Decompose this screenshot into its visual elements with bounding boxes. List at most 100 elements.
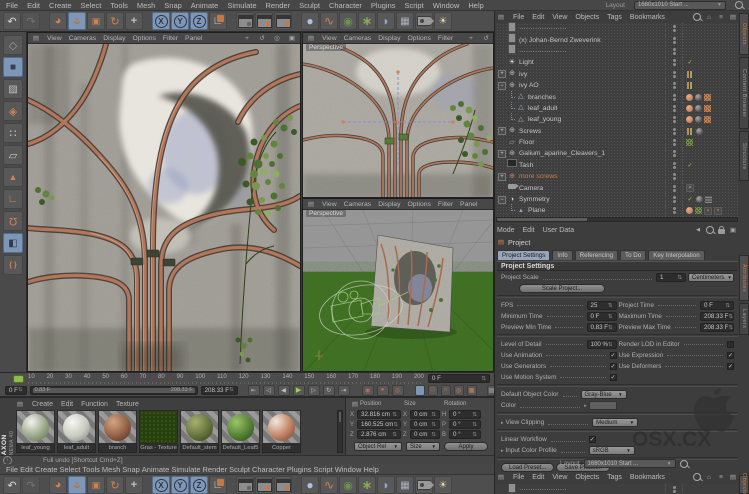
layout-dropdown[interactable]: 1680x1010 Start ... ▼ [634,0,726,10]
viewport-menu-display[interactable]: Display [378,35,400,42]
key-scale-toggle[interactable]: □ [427,384,438,396]
spline-object-button[interactable]: ∿ [320,476,338,494]
render-settings-button[interactable] [274,12,292,30]
panel-icon[interactable]: ▤ [16,400,24,408]
environment-object-button[interactable]: ◉ [339,12,357,30]
menu-mesh[interactable]: Mesh [137,1,155,10]
layout-dropdown[interactable]: 1680x1010 Start ... ▼ [583,459,676,468]
menu-snap[interactable]: Snap [164,1,182,10]
lock-icon[interactable] [718,226,725,234]
live-selection-tool[interactable]: ◕ [49,12,67,30]
light-object-button[interactable]: ☀ [434,12,452,30]
size-z-field[interactable]: 0 cm ⇅ [410,430,440,439]
menu-create[interactable]: Create [35,465,58,474]
expand-toggle[interactable]: + [498,149,506,158]
object-row[interactable]: + ⊕ Screws [496,125,738,137]
snap-toggle-button[interactable]: Ω [3,211,23,231]
viewport-menu-cameras[interactable]: Cameras [344,201,372,208]
camera-object-button[interactable] [415,12,434,30]
object-row[interactable]: + ⊕ Galium_aparine_Cleavers_1 [496,148,738,160]
object-name[interactable]: Light [519,59,534,66]
om-filter-icon[interactable]: ≡ [717,474,725,481]
viewport-top-right[interactable]: ▤ View Cameras Display Options Filter + … [302,32,494,198]
visibility-dots[interactable] [665,159,682,172]
deformer-object-button[interactable]: ◗ [377,12,395,30]
visibility-dots[interactable] [665,102,682,115]
material-menu-texture[interactable]: Texture [116,401,139,408]
material-thumbnail[interactable] [221,410,260,444]
object-name[interactable]: Galium_aparine_Cleavers_1 [519,150,605,157]
xpresso-tag-icon[interactable] [686,82,694,90]
menu-help[interactable]: Help [363,465,378,474]
use-expression-checkbox[interactable]: ✓ [727,352,734,359]
preview-range-slider[interactable]: 0.83 F 208.33 F [29,385,198,395]
material-tag-icon[interactable] [696,127,703,135]
menu-sculpt[interactable]: Sculpt [229,465,250,474]
tab-referencing[interactable]: Referencing [574,250,619,260]
key-pla-toggle[interactable]: ▦ [466,384,477,396]
uvw-tag-icon[interactable] [704,104,711,112]
object-name[interactable]: branches [528,94,556,101]
previous-key-button[interactable]: ◁ [262,384,275,396]
pan-view-icon[interactable]: + [243,35,251,42]
compositing-tag-icon[interactable]: ✓ [686,161,694,169]
tab-objects[interactable]: Objects [739,13,749,55]
render-picture-viewer-button[interactable] [255,476,273,494]
particle-object-button[interactable]: ∗ [358,476,376,494]
object-row[interactable]: ▲ Plane × × [496,204,738,217]
apply-button[interactable]: Apply [444,442,488,451]
menu-window[interactable]: Window [433,1,460,10]
x-axis-lock[interactable]: X [152,476,170,494]
light-object-button[interactable]: ☀ [434,476,452,494]
sticky-texture-tag-icon[interactable] [705,196,712,204]
visibility-dots[interactable] [665,193,682,206]
render-settings-button[interactable] [274,476,292,494]
selection-tag-icon[interactable]: × [704,206,712,215]
viewport-menu-display[interactable]: Display [378,201,400,208]
key-rotation-toggle[interactable]: ○ [440,384,451,396]
viewport-menu-options[interactable]: Options [407,35,430,42]
material-tag-icon[interactable] [696,196,703,204]
viewport-main-canvas[interactable] [28,41,300,372]
use-animation-checkbox[interactable]: ✓ [609,352,617,359]
size-x-field[interactable]: 0 cm ⇅ [410,410,440,419]
expand-toggle[interactable]: + [498,70,506,79]
tab-attributes[interactable]: Attributes [739,255,749,301]
visibility-dots[interactable] [665,484,682,494]
rotation-p-field[interactable]: 0 ° ⇅ [449,420,481,429]
uvw-tag-icon[interactable] [704,93,711,101]
om-search-icon[interactable] [693,473,701,481]
rotation-b-field[interactable]: 0 ° ⇅ [449,430,481,439]
object-row[interactable]: − ⊕ ivy AO [496,79,738,92]
menu-animate[interactable]: Animate [142,465,170,474]
material-item[interactable]: Default_Leaf5 [221,410,260,453]
last-tool-button[interactable]: + [125,476,143,494]
workplane-mode-button[interactable]: ◈ [3,101,23,121]
material-tag-icon[interactable] [695,116,702,124]
object-name[interactable]: Screws [519,128,541,135]
object-name[interactable]: (x) Johan-Bernd Zweverink [519,37,601,44]
render-view-button[interactable] [236,12,254,30]
om-menu-edit[interactable]: Edit [532,14,544,21]
deformer-object-button[interactable]: ◗ [377,476,395,494]
om-panel-icon[interactable]: ▤ [729,473,737,481]
rotate-view-icon[interactable]: ◎ [273,34,281,42]
frame-number-field[interactable]: 0 F ⇅ [428,374,490,383]
visibility-dots[interactable] [665,23,682,35]
material-thumbnail[interactable] [180,410,219,444]
viewport-main[interactable]: ▤ View Cameras Display Options Filter Pa… [27,32,301,372]
menu-script[interactable]: Script [314,465,333,474]
menu-simulate[interactable]: Simulate [171,465,200,474]
om-menu-file[interactable]: File [513,14,524,21]
preview-max-field[interactable]: 208.33 F ⇅ [700,323,734,332]
object-row[interactable]: ☀ Light ✓ [496,57,738,69]
protection-tag-icon[interactable]: × [686,184,694,193]
environment-object-button[interactable]: ◉ [339,476,357,494]
menu-simulate[interactable]: Simulate [227,1,256,10]
tab-key-interpolation[interactable]: Key Interpolation [648,250,705,260]
object-name[interactable]: Camera [519,185,543,192]
menu-window[interactable]: Window [335,465,362,474]
section-header[interactable]: Project Settings [497,261,738,271]
coordinate-mode-dropdown[interactable]: Object Rel ▼ [354,442,402,451]
object-name[interactable]: leaf_young [528,116,561,123]
